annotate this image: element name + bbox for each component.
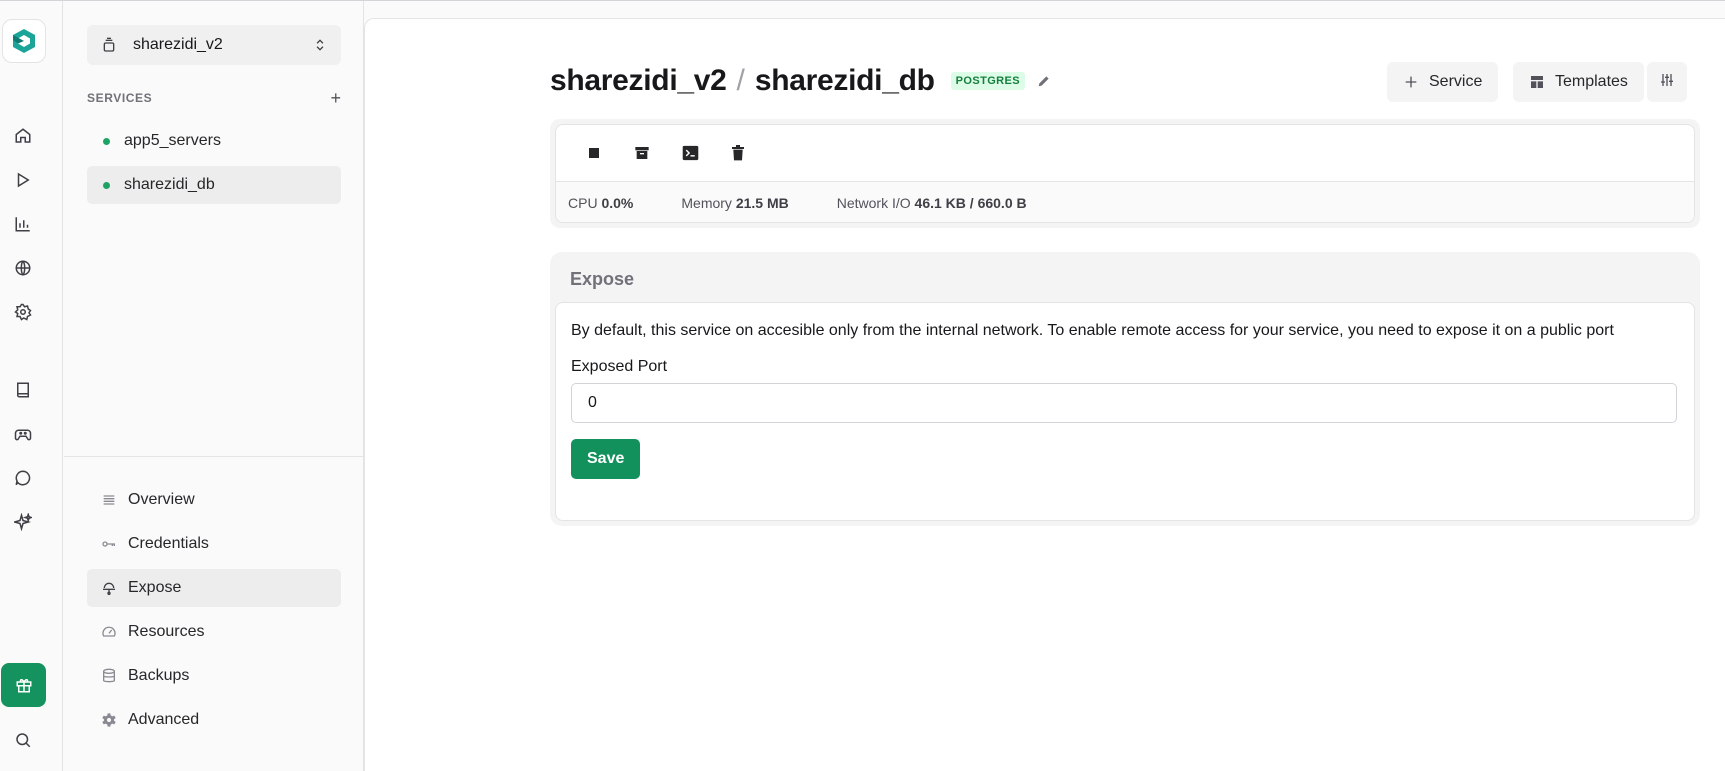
title-separator: /	[736, 64, 745, 97]
expose-heading: Expose	[570, 269, 635, 289]
chevron-updown-icon	[316, 39, 324, 51]
service-item-sharezidi-db[interactable]: sharezidi_db	[87, 166, 341, 204]
network-stat: Network I/O 46.1 KB / 660.0 B	[837, 195, 1027, 211]
main-panel: sharezidi_v2 / sharezidi_db POSTGRES Ser…	[364, 18, 1725, 771]
memory-value: 21.5 MB	[735, 195, 789, 211]
sparkles-icon[interactable]	[10, 509, 36, 535]
cpu-label: CPU	[568, 195, 602, 211]
memory-label: Memory	[681, 195, 736, 211]
service-label: app5_servers	[124, 132, 221, 149]
stop-icon[interactable]	[570, 133, 618, 173]
chart-icon[interactable]	[10, 211, 36, 237]
service-label: sharezidi_db	[124, 176, 215, 193]
expose-description: By default, this service on accesible on…	[571, 322, 1614, 339]
db-type-badge: POSTGRES	[950, 72, 1025, 90]
nav-overview[interactable]: Overview	[87, 481, 341, 519]
add-service-button[interactable]: Service	[1387, 62, 1499, 102]
sidebar-divider	[64, 456, 364, 457]
exposed-port-input[interactable]	[571, 383, 1677, 423]
plus-icon	[1403, 74, 1419, 90]
gauge-icon	[100, 623, 118, 641]
network-label: Network I/O	[836, 195, 915, 211]
project-selector[interactable]: sharezidi_v2	[87, 25, 341, 65]
logo-icon	[13, 29, 35, 53]
memory-stat: Memory 21.5 MB	[681, 195, 788, 211]
expose-icon	[100, 579, 118, 597]
exposed-port-label: Exposed Port	[571, 358, 668, 375]
templates-button[interactable]: Templates	[1513, 62, 1644, 102]
nav-label: Backups	[128, 667, 190, 684]
nav-label: Credentials	[128, 535, 209, 552]
chat-icon[interactable]	[10, 465, 36, 491]
add-service-icon[interactable]: +	[330, 89, 341, 107]
layout-icon	[1529, 74, 1545, 90]
page-title: sharezidi_v2 / sharezidi_db POSTGRES	[550, 64, 1051, 98]
nav-label: Overview	[128, 491, 195, 508]
gift-button[interactable]	[1, 663, 46, 707]
nav-resources[interactable]: Resources	[87, 613, 341, 651]
nav-label: Expose	[128, 579, 182, 596]
nav-backups[interactable]: Backups	[87, 657, 341, 695]
list-icon	[100, 491, 118, 509]
service-item-app5-servers[interactable]: app5_servers	[87, 122, 341, 160]
stack-icon	[103, 37, 115, 52]
database-icon	[100, 667, 118, 685]
container-controls: CPU 0.0% Memory 21.5 MB Network I/O 46.1…	[550, 119, 1700, 228]
save-button[interactable]: Save	[571, 439, 641, 479]
home-icon[interactable]	[10, 123, 36, 149]
search-icon[interactable]	[10, 727, 36, 753]
cog-icon	[100, 711, 118, 729]
sliders-icon	[1659, 72, 1675, 93]
key-icon	[100, 535, 118, 553]
project-name: sharezidi_v2	[133, 36, 223, 53]
title-service: sharezidi_db	[754, 64, 935, 97]
archive-icon[interactable]	[618, 133, 666, 173]
nav-label: Resources	[128, 623, 205, 640]
nav-label: Advanced	[128, 711, 200, 728]
status-dot	[103, 137, 110, 145]
globe-icon[interactable]	[10, 255, 36, 281]
services-header: SERVICES +	[87, 89, 341, 107]
book-icon[interactable]	[10, 377, 36, 403]
gift-icon	[16, 679, 31, 693]
expose-card: Expose By default, this service on acces…	[550, 252, 1700, 526]
settings-sliders-button[interactable]	[1647, 62, 1687, 102]
title-project[interactable]: sharezidi_v2	[550, 64, 727, 98]
settings-icon[interactable]	[10, 299, 36, 325]
resource-stats: CPU 0.0% Memory 21.5 MB Network I/O 46.1…	[556, 181, 1694, 222]
services-heading: SERVICES	[87, 91, 153, 105]
service-button-label: Service	[1429, 73, 1483, 90]
trash-icon[interactable]	[714, 133, 762, 173]
network-value: 46.1 KB / 660.0 B	[914, 195, 1027, 211]
service-sidebar: sharezidi_v2 SERVICES + app5_servers sha…	[64, 1, 364, 771]
gamepad-icon[interactable]	[10, 421, 36, 447]
expose-body: By default, this service on accesible on…	[555, 302, 1695, 521]
nav-credentials[interactable]: Credentials	[87, 525, 341, 563]
nav-expose[interactable]: Expose	[87, 569, 341, 607]
cpu-value: 0.0%	[601, 195, 634, 211]
status-dot	[103, 181, 110, 189]
cpu-stat: CPU 0.0%	[568, 195, 633, 211]
templates-button-label: Templates	[1555, 73, 1628, 90]
app-logo[interactable]	[2, 19, 46, 63]
play-icon[interactable]	[10, 167, 36, 193]
nav-advanced[interactable]: Advanced	[87, 701, 341, 739]
terminal-icon[interactable]	[666, 133, 714, 173]
pencil-icon[interactable]	[1037, 74, 1051, 88]
icon-rail	[0, 1, 63, 771]
